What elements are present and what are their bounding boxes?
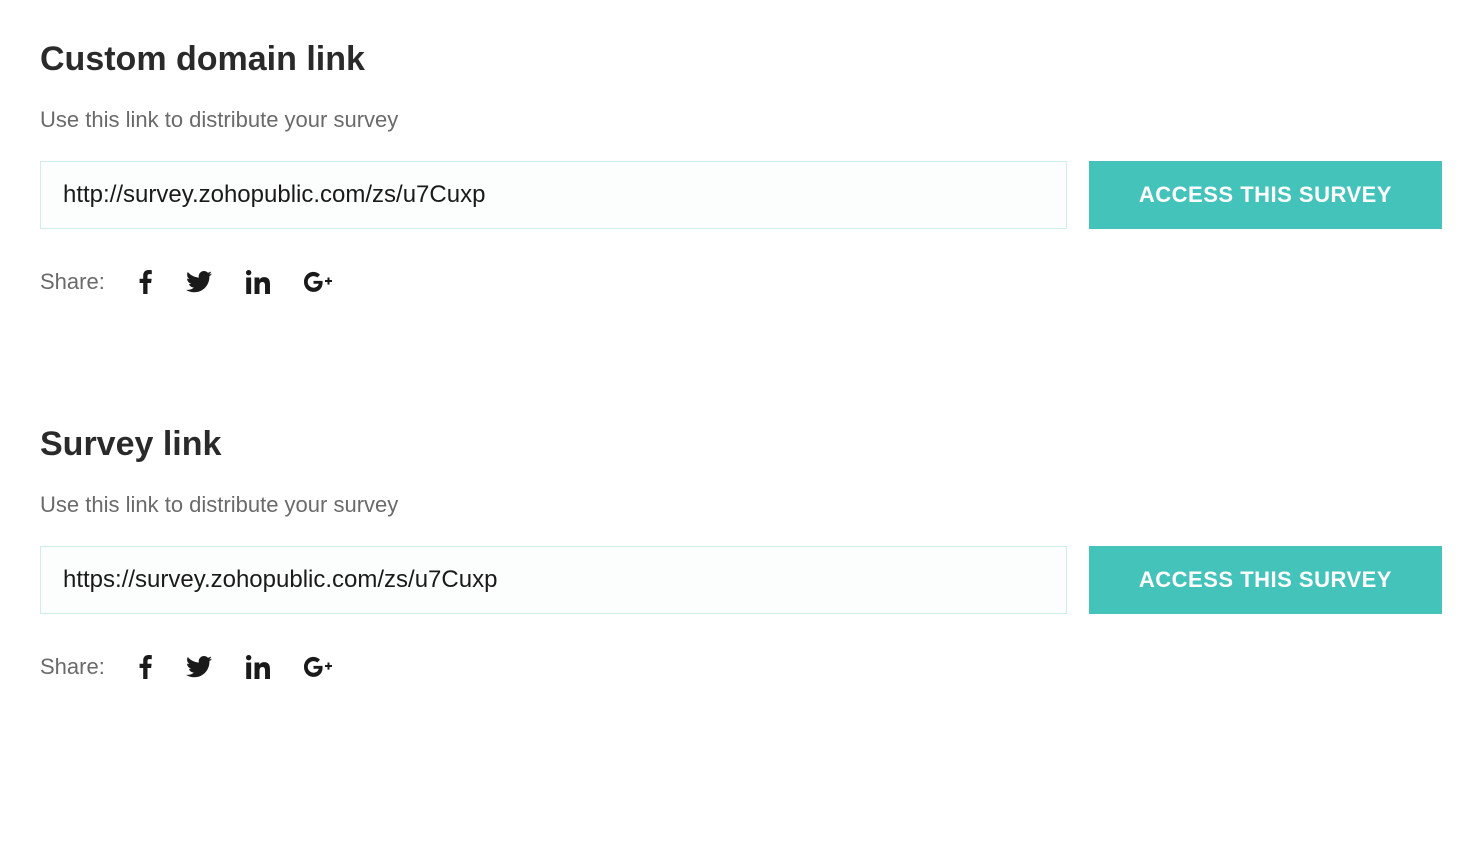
twitter-icon[interactable] xyxy=(186,271,212,293)
share-row: Share: xyxy=(40,269,1442,295)
link-row: ACCESS THIS SURVEY xyxy=(40,161,1442,229)
custom-domain-section: Custom domain link Use this link to dist… xyxy=(40,40,1442,295)
linkedin-icon[interactable] xyxy=(246,655,270,679)
google-plus-icon[interactable] xyxy=(304,656,334,678)
access-survey-button[interactable]: ACCESS THIS SURVEY xyxy=(1089,161,1442,229)
section-title: Custom domain link xyxy=(40,40,1442,79)
facebook-icon[interactable] xyxy=(139,655,152,679)
section-subtitle: Use this link to distribute your survey xyxy=(40,107,1442,133)
custom-domain-url-input[interactable] xyxy=(40,161,1067,229)
google-plus-icon[interactable] xyxy=(304,271,334,293)
share-label: Share: xyxy=(40,269,105,295)
share-row: Share: xyxy=(40,654,1442,680)
share-icons xyxy=(139,655,334,679)
section-subtitle: Use this link to distribute your survey xyxy=(40,492,1442,518)
facebook-icon[interactable] xyxy=(139,270,152,294)
share-icons xyxy=(139,270,334,294)
link-row: ACCESS THIS SURVEY xyxy=(40,546,1442,614)
twitter-icon[interactable] xyxy=(186,656,212,678)
linkedin-icon[interactable] xyxy=(246,270,270,294)
section-title: Survey link xyxy=(40,425,1442,464)
access-survey-button[interactable]: ACCESS THIS SURVEY xyxy=(1089,546,1442,614)
share-label: Share: xyxy=(40,654,105,680)
survey-link-section: Survey link Use this link to distribute … xyxy=(40,425,1442,680)
survey-url-input[interactable] xyxy=(40,546,1067,614)
